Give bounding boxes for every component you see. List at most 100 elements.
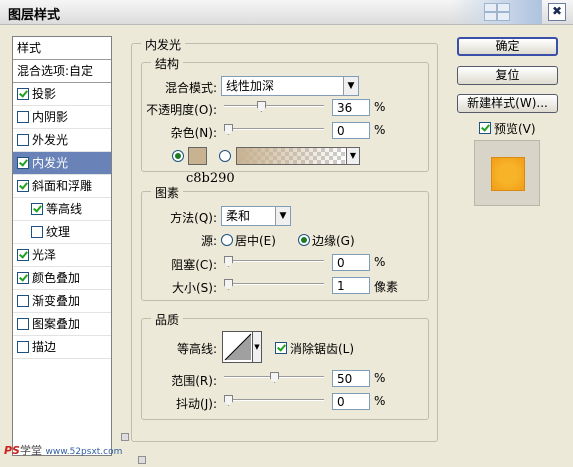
inner-glow-title: 内发光 bbox=[141, 36, 186, 53]
resize-grip bbox=[138, 456, 146, 464]
linear-contour-icon bbox=[224, 333, 252, 361]
style-checkbox[interactable] bbox=[17, 295, 29, 307]
choke-label: 阻塞(C): bbox=[171, 258, 217, 272]
size-input[interactable]: 1 bbox=[332, 277, 370, 294]
jitter-label: 抖动(J): bbox=[176, 397, 217, 411]
contour-picker[interactable]: ▼ bbox=[222, 331, 262, 363]
contour-label: 等高线: bbox=[176, 342, 217, 356]
style-list-label: 等高线 bbox=[46, 202, 83, 216]
color-hex-annotation: c8b290 bbox=[186, 171, 235, 186]
source-edge-radio[interactable] bbox=[298, 234, 310, 246]
watermark-text: 学堂 bbox=[19, 444, 42, 457]
source-edge-label[interactable]: 边缘(G) bbox=[312, 232, 355, 249]
technique-select[interactable]: 柔和 ▼ bbox=[221, 206, 291, 226]
source-center-radio[interactable] bbox=[221, 234, 233, 246]
style-list-item[interactable]: 颜色叠加 bbox=[13, 267, 111, 290]
style-checkbox[interactable] bbox=[31, 226, 43, 238]
range-input[interactable]: 50 bbox=[332, 370, 370, 387]
windows-flag-icon bbox=[484, 3, 510, 21]
opacity-unit: % bbox=[374, 100, 386, 114]
noise-slider[interactable] bbox=[224, 124, 324, 135]
style-checkbox[interactable] bbox=[17, 134, 29, 146]
jitter-input[interactable]: 0 bbox=[332, 393, 370, 410]
style-list-item[interactable]: 内发光 bbox=[13, 152, 111, 175]
chevron-down-icon: ▼ bbox=[252, 332, 261, 362]
style-list-label: 描边 bbox=[32, 340, 57, 354]
opacity-label: 不透明度(O): bbox=[146, 103, 217, 117]
title-bar: 图层样式 ✖ bbox=[0, 0, 573, 25]
blend-mode-select[interactable]: 线性加深 ▼ bbox=[221, 76, 359, 96]
opacity-input[interactable]: 36 bbox=[332, 99, 370, 116]
size-label: 大小(S): bbox=[171, 281, 217, 295]
noise-input[interactable]: 0 bbox=[332, 122, 370, 139]
solid-color-radio[interactable] bbox=[172, 150, 184, 162]
style-list-item[interactable]: 等高线 bbox=[13, 198, 111, 221]
watermark-url: www.52psxt.com bbox=[45, 447, 123, 457]
range-slider[interactable] bbox=[224, 372, 324, 383]
style-checkbox[interactable] bbox=[17, 180, 29, 192]
glow-color-swatch[interactable] bbox=[188, 147, 207, 165]
preview-label[interactable]: 预览(V) bbox=[494, 120, 536, 137]
title-decoration bbox=[450, 0, 542, 24]
choke-slider-thumb[interactable] bbox=[224, 256, 233, 267]
style-checkbox[interactable] bbox=[17, 318, 29, 330]
range-label: 范围(R): bbox=[171, 374, 217, 388]
style-checkbox[interactable] bbox=[17, 272, 29, 284]
close-icon[interactable]: ✖ bbox=[548, 3, 566, 21]
elements-title: 图素 bbox=[151, 184, 184, 201]
ok-button[interactable]: 确定 bbox=[457, 37, 558, 56]
style-list-item[interactable]: 描边 bbox=[13, 336, 111, 359]
style-list-item[interactable]: 斜面和浮雕 bbox=[13, 175, 111, 198]
new-style-button[interactable]: 新建样式(W)... bbox=[457, 94, 558, 113]
style-checkbox[interactable] bbox=[17, 249, 29, 261]
reset-button[interactable]: 复位 bbox=[457, 66, 558, 85]
chevron-down-icon: ▼ bbox=[275, 207, 290, 225]
size-slider-thumb[interactable] bbox=[224, 279, 233, 290]
style-list-label: 内阴影 bbox=[32, 110, 69, 124]
antialias-label[interactable]: 消除锯齿(L) bbox=[290, 340, 354, 357]
style-checkbox[interactable] bbox=[17, 157, 29, 169]
choke-slider[interactable] bbox=[224, 256, 324, 267]
choke-unit: % bbox=[374, 255, 386, 269]
style-list-item[interactable]: 内阴影 bbox=[13, 106, 111, 129]
style-list-label: 图案叠加 bbox=[32, 317, 81, 331]
style-list-item[interactable]: 外发光 bbox=[13, 129, 111, 152]
watermark-ps: PS bbox=[4, 444, 20, 457]
style-checkbox[interactable] bbox=[17, 111, 29, 123]
style-list-label: 颜色叠加 bbox=[32, 271, 81, 285]
technique-value: 柔和 bbox=[226, 209, 251, 223]
opacity-slider-thumb[interactable] bbox=[257, 101, 266, 112]
style-list-label: 投影 bbox=[32, 87, 57, 101]
style-checkbox[interactable] bbox=[31, 203, 43, 215]
antialias-checkbox[interactable] bbox=[275, 342, 287, 354]
jitter-slider-thumb[interactable] bbox=[224, 395, 233, 406]
size-unit: 像素 bbox=[374, 280, 399, 294]
styles-list: 样式 混合选项:自定 投影内阴影外发光 内发光 斜面和浮雕等高线纹理光泽颜色叠加渐变… bbox=[12, 36, 112, 456]
source-center-label[interactable]: 居中(E) bbox=[235, 232, 276, 249]
gradient-picker[interactable]: ▼ bbox=[236, 147, 360, 165]
blend-options-item[interactable]: 混合选项:自定 bbox=[13, 60, 111, 83]
chevron-down-icon: ▼ bbox=[346, 148, 359, 164]
gradient-radio[interactable] bbox=[219, 150, 231, 162]
range-slider-thumb[interactable] bbox=[270, 372, 279, 383]
choke-input[interactable]: 0 bbox=[332, 254, 370, 271]
structure-title: 结构 bbox=[151, 55, 184, 72]
jitter-slider[interactable] bbox=[224, 395, 324, 406]
style-list-label: 光泽 bbox=[32, 248, 57, 262]
size-slider[interactable] bbox=[224, 279, 324, 290]
range-unit: % bbox=[374, 371, 386, 385]
style-list-item[interactable]: 投影 bbox=[13, 83, 111, 106]
quality-title: 品质 bbox=[151, 311, 184, 328]
technique-label: 方法(Q): bbox=[170, 211, 217, 225]
style-list-item[interactable]: 渐变叠加 bbox=[13, 290, 111, 313]
opacity-slider[interactable] bbox=[224, 101, 324, 112]
style-checkbox[interactable] bbox=[17, 88, 29, 100]
style-list-item[interactable]: 纹理 bbox=[13, 221, 111, 244]
preview-swatch bbox=[491, 157, 525, 191]
style-list-item[interactable]: 图案叠加 bbox=[13, 313, 111, 336]
styles-list-header[interactable]: 样式 bbox=[13, 37, 111, 60]
preview-checkbox[interactable] bbox=[479, 122, 491, 134]
style-checkbox[interactable] bbox=[17, 341, 29, 353]
style-list-item[interactable]: 光泽 bbox=[13, 244, 111, 267]
noise-slider-thumb[interactable] bbox=[224, 124, 233, 135]
